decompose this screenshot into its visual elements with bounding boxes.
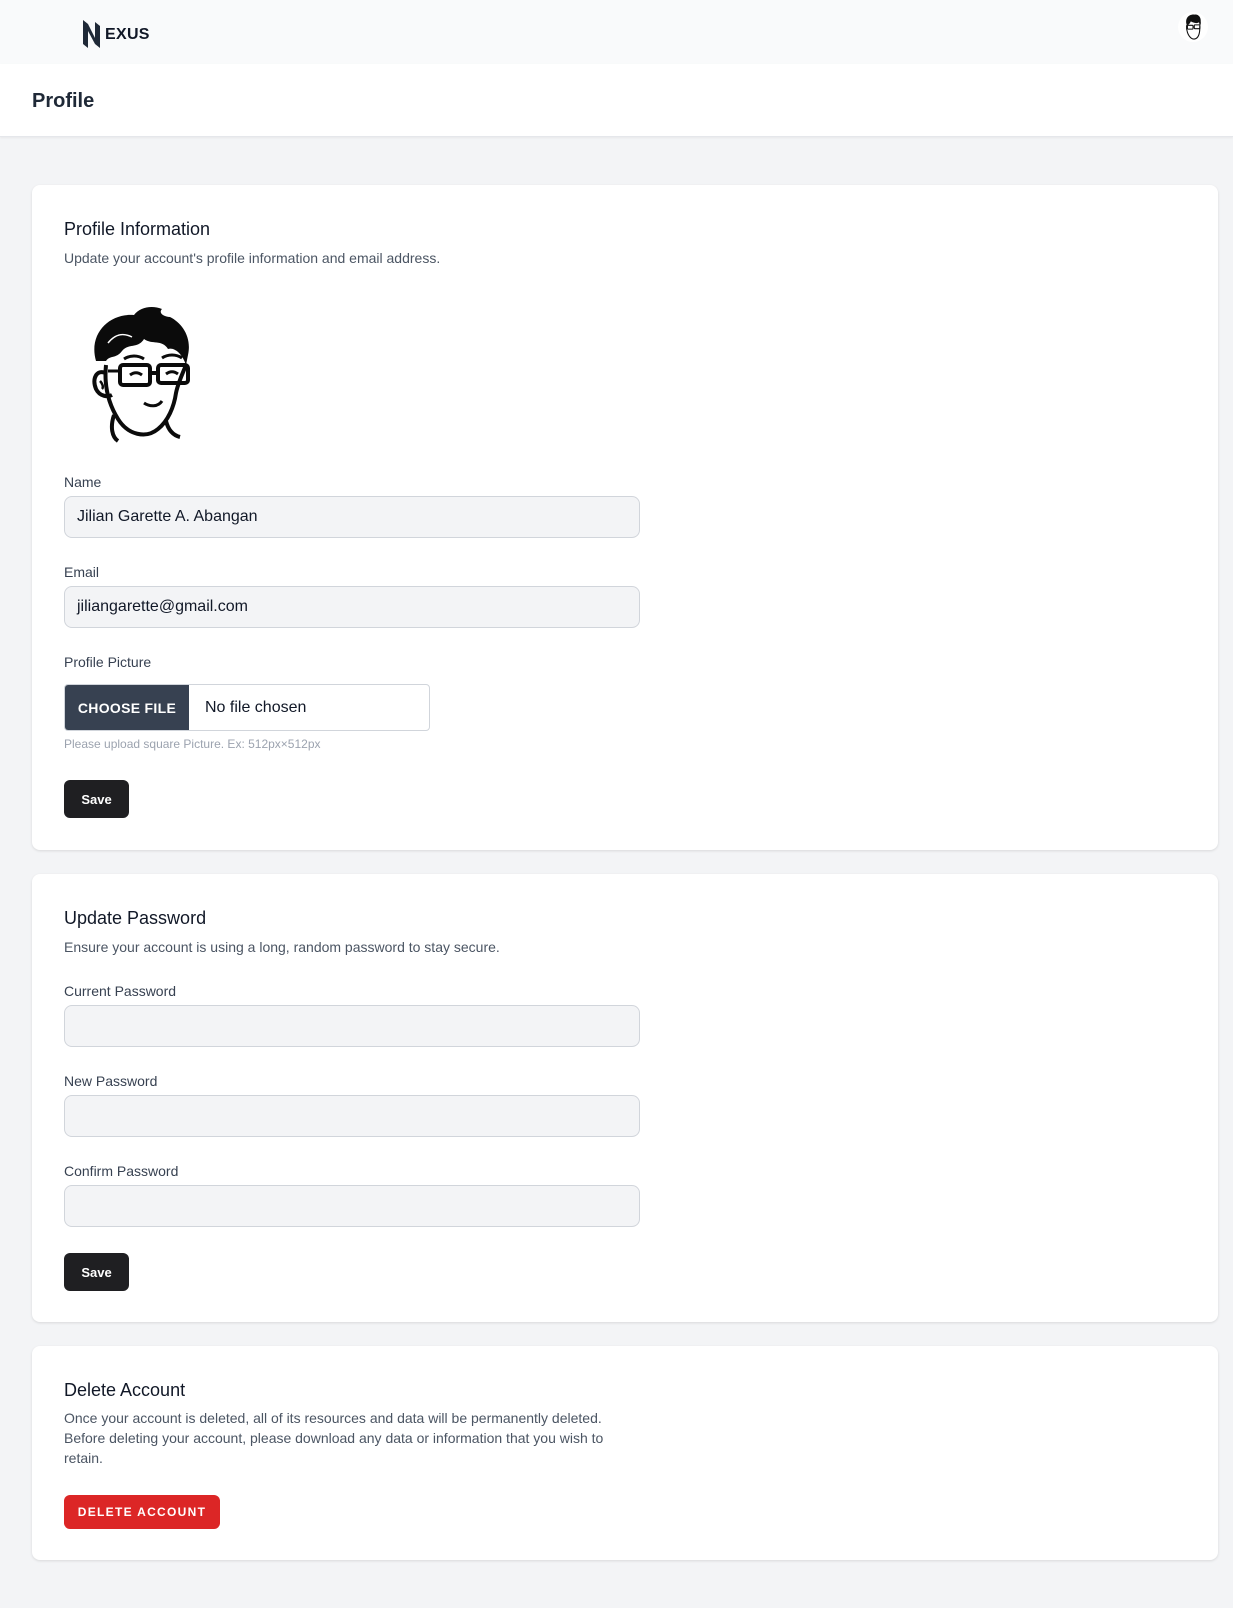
logo-text: EXUS [105, 26, 150, 43]
profile-save-button[interactable]: Save [64, 780, 129, 818]
update-password-title: Update Password [64, 908, 207, 928]
email-input-value: jiliangarette@gmail.com [77, 598, 248, 615]
name-input-value: Jilian Garette A. Abangan [77, 508, 258, 525]
logo-mark-icon [83, 20, 100, 48]
profile-avatar-icon [88, 303, 198, 443]
choose-file-button[interactable]: CHOOSE FILE [65, 685, 189, 730]
profile-information-card: Profile Information Update your account'… [32, 185, 1218, 850]
profile-information-title: Profile Information [64, 219, 211, 239]
name-input[interactable]: Jilian Garette A. Abangan [64, 496, 640, 538]
profile-information-description: Update your account's profile informatio… [64, 250, 441, 266]
delete-account-card: Delete Account Once your account is dele… [32, 1346, 1218, 1560]
update-password-description: Ensure your account is using a long, ran… [64, 939, 500, 955]
delete-account-button[interactable]: DELETE ACCOUNT [64, 1495, 220, 1529]
confirm-password-label: Confirm Password [64, 1163, 179, 1179]
confirm-password-input[interactable] [64, 1185, 640, 1227]
profile-picture-file-input[interactable]: CHOOSE FILE No file chosen [64, 684, 430, 731]
current-password-input[interactable] [64, 1005, 640, 1047]
user-avatar-icon[interactable] [1178, 12, 1208, 42]
delete-account-title: Delete Account [64, 1380, 186, 1400]
new-password-label: New Password [64, 1073, 158, 1089]
profile-picture-hint: Please upload square Picture. Ex: 512px×… [64, 737, 321, 751]
email-input[interactable]: jiliangarette@gmail.com [64, 586, 640, 628]
page-title: Profile [32, 90, 95, 112]
password-save-button[interactable]: Save [64, 1253, 129, 1291]
logo[interactable]: EXUS [82, 18, 150, 50]
current-password-label: Current Password [64, 983, 177, 999]
update-password-card: Update Password Ensure your account is u… [32, 874, 1218, 1322]
delete-account-description: Once your account is deleted, all of its… [64, 1410, 604, 1466]
page-header: Profile [0, 64, 1233, 137]
top-navbar: EXUS [0, 0, 1233, 64]
name-label: Name [64, 474, 102, 490]
file-status-text: No file chosen [205, 698, 307, 716]
new-password-input[interactable] [64, 1095, 640, 1137]
email-label: Email [64, 564, 100, 580]
profile-picture-label: Profile Picture [64, 654, 152, 670]
